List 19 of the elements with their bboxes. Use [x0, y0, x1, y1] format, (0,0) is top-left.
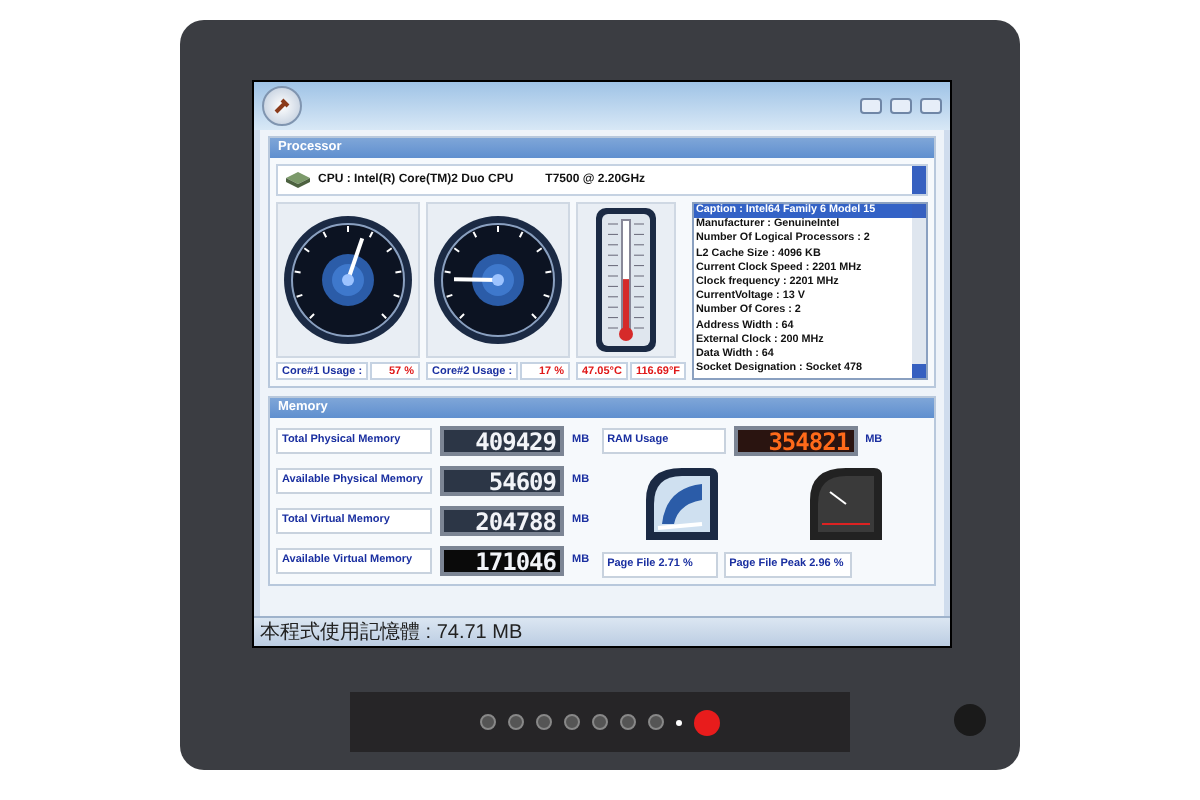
page-file-gauge-drawing [642, 464, 723, 544]
lcd-display: 409429 [440, 425, 564, 455]
lcd-display: 54609 [440, 465, 564, 495]
maximize-button[interactable] [890, 98, 912, 114]
app-orb-icon[interactable] [262, 86, 302, 126]
close-button[interactable] [920, 98, 942, 114]
gauge-drawing [282, 214, 414, 346]
gauge-drawing [432, 214, 564, 346]
thermometer-drawing [596, 208, 656, 352]
power-button[interactable] [694, 709, 720, 735]
scrollbar[interactable] [912, 204, 926, 378]
minimize-button[interactable] [860, 98, 882, 114]
page-file-peak-gauge-drawing [806, 464, 887, 544]
chip-icon [286, 172, 310, 188]
status-text: 本程式使用記憶體 : 74.71 MB [260, 619, 523, 646]
led-indicator [676, 719, 682, 725]
lcd-display: 171046 [440, 545, 564, 575]
lcd-display: 204788 [440, 505, 564, 535]
lcd-display: 354821 [733, 425, 858, 455]
